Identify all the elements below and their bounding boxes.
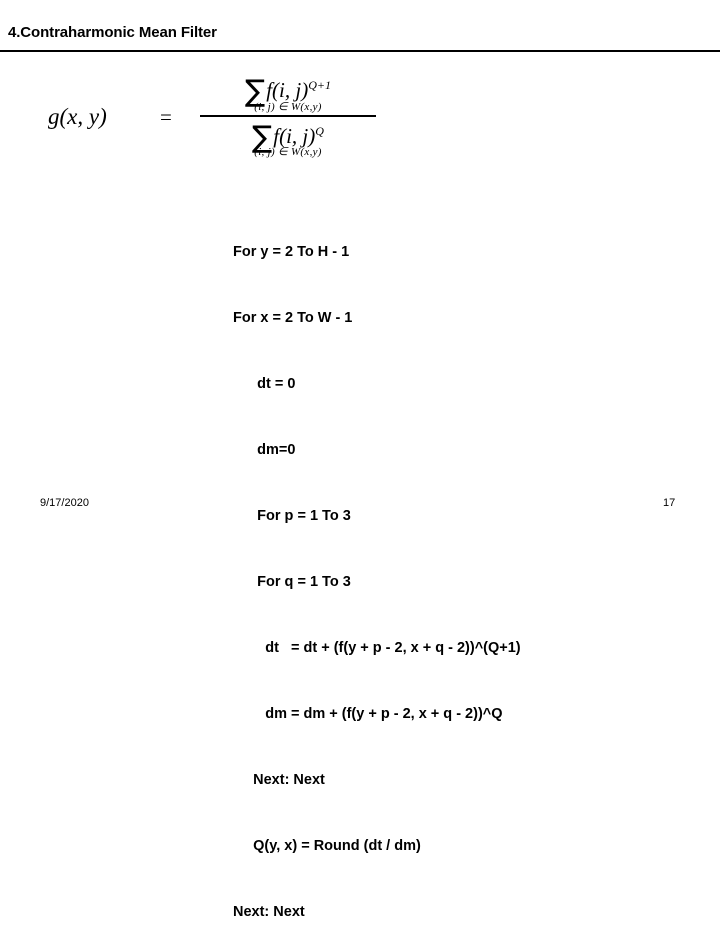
- numerator-expression: f(i, j): [266, 78, 309, 102]
- formula-numerator: ∑f(i, j)Q+1 (i, j) ∈ W(x,y): [198, 72, 378, 114]
- code-line: dt = 0: [233, 376, 296, 392]
- fraction-bar: [200, 115, 376, 117]
- code-line: For p = 1 To 3: [233, 508, 351, 524]
- numerator-condition: (i, j) ∈ W(x,y): [254, 101, 322, 113]
- code-line: For y = 2 To H - 1: [233, 244, 350, 260]
- title-divider-rule: [0, 50, 720, 52]
- pseudocode-block: For y = 2 To H - 1 For x = 2 To W - 1 dt…: [233, 197, 521, 945]
- code-line: dt = dt + (f(y + p - 2, x + q - 2))^(Q+1…: [233, 640, 521, 656]
- formula-equals-sign: =: [160, 105, 172, 129]
- numerator-exponent: Q+1: [308, 78, 331, 92]
- code-line: Next: Next: [233, 772, 325, 788]
- denominator-exponent: Q: [315, 124, 324, 138]
- code-line: For q = 1 To 3: [233, 574, 351, 590]
- denominator-expression: f(i, j): [273, 124, 316, 148]
- code-line: Next: Next: [233, 904, 305, 920]
- page-title: 4.Contraharmonic Mean Filter: [8, 24, 217, 41]
- contraharmonic-formula: g(x, y) = ∑f(i, j)Q+1 (i, j) ∈ W(x,y) ∑f…: [40, 72, 440, 187]
- denominator-condition: (i, j) ∈ W(x,y): [254, 146, 322, 158]
- slide-canvas: { "slide": { "title": "4.Contraharmonic …: [0, 0, 720, 920]
- code-line: For x = 2 To W - 1: [233, 310, 353, 326]
- code-line: Q(y, x) = Round (dt / dm): [233, 838, 421, 854]
- formula-left-hand-side: g(x, y): [48, 104, 107, 129]
- code-line: dm=0: [233, 442, 296, 458]
- formula-denominator: ∑f(i, j)Q (i, j) ∈ W(x,y): [198, 118, 378, 159]
- formula-fraction: ∑f(i, j)Q+1 (i, j) ∈ W(x,y) ∑f(i, j)Q (i…: [198, 72, 378, 159]
- footer-page-number: 17: [663, 497, 676, 509]
- code-line: dm = dm + (f(y + p - 2, x + q - 2))^Q: [233, 706, 503, 722]
- footer-date: 9/17/2020: [40, 497, 89, 509]
